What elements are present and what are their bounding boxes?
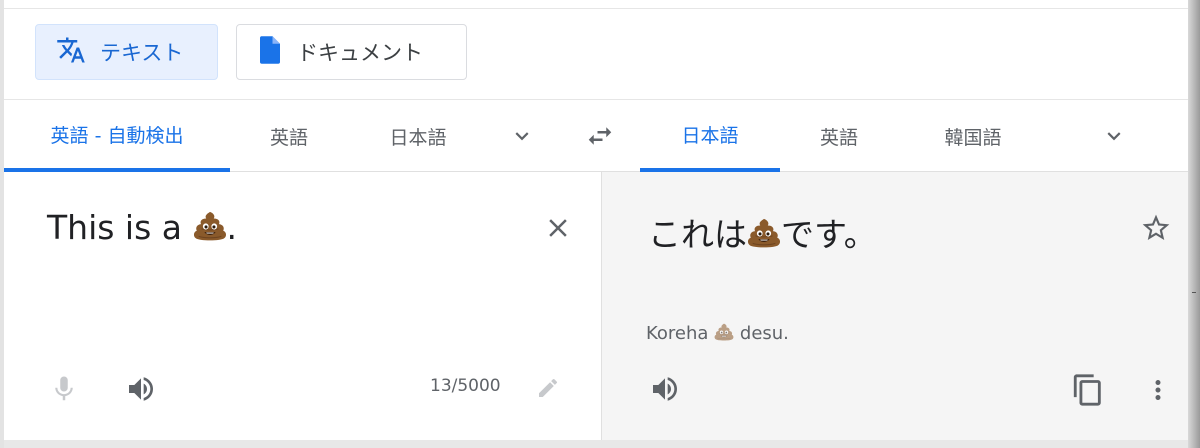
target-lang-tab-english[interactable]: 英語 [780,100,898,172]
target-lang-tab-japanese[interactable]: 日本語 [640,100,780,172]
target-lang-tab-label: 韓国語 [944,126,1002,149]
listen-source-button[interactable] [122,371,160,407]
close-icon [549,219,567,237]
language-bar: 英語 - 自動検出 英語 日本語 日本語 英語 韓国語 [4,99,1188,172]
romanization-before: Koreha [646,323,715,344]
window-edge-mark [1192,292,1196,293]
target-lang-tab-label: 日本語 [681,124,739,147]
chevron-down-icon [1107,132,1121,141]
pencil-icon [539,378,558,397]
target-pane: これは です。 Koreha desu. [601,172,1188,448]
character-count: 13/5000 [430,376,501,396]
source-text-after: . [226,208,238,247]
speaker-icon [653,377,677,401]
top-divider [4,8,1188,9]
swap-arrows-icon [588,127,612,145]
listen-translation-button[interactable] [646,371,684,407]
target-lang-tab-korean[interactable]: 韓国語 [898,100,1048,172]
document-mode-label: ドキュメント [297,41,423,65]
text-mode-label: テキスト [100,41,184,65]
mode-switcher: テキスト ドキュメント [35,24,467,82]
source-lang-tab-label: 英語 - 自動検出 [50,124,184,147]
target-lang-tab-label: 英語 [819,126,858,149]
source-lang-tab-label: 日本語 [389,126,447,149]
save-translation-button[interactable] [1136,208,1176,248]
romanization: Koreha desu. [646,322,789,344]
document-mode-button[interactable]: ドキュメント [236,24,467,80]
source-pane: This is a . 13/5000 [4,172,601,448]
bottom-edge [4,440,1188,448]
copy-icon [1073,374,1101,406]
romanization-after: desu. [734,323,789,344]
source-lang-tab-label: 英語 [269,126,308,149]
speaker-icon [129,377,153,401]
text-mode-button[interactable]: テキスト [35,24,218,80]
translate-icon [56,35,86,70]
source-more-languages-button[interactable] [504,118,540,154]
copy-translation-button[interactable] [1068,370,1108,410]
edit-button[interactable] [532,372,564,404]
voice-input-button[interactable] [46,371,82,407]
target-more-languages-button[interactable] [1096,118,1132,154]
clear-source-button[interactable] [538,208,578,248]
source-lang-tab-auto-detect[interactable]: 英語 - 自動検出 [4,100,230,172]
document-icon [257,35,283,70]
pile-of-poo-emoji [747,216,781,250]
pile-of-poo-emoji [714,322,734,342]
source-lang-tab-japanese[interactable]: 日本語 [348,100,488,172]
source-text-input[interactable]: This is a . [47,208,237,247]
microphone-icon [55,376,73,401]
translation-output: これは です。 [648,208,877,256]
source-text-before: This is a [47,208,193,247]
more-options-button[interactable] [1140,370,1176,410]
window-edge [1188,0,1200,448]
chevron-down-icon [515,132,529,141]
translation-text-after: です。 [781,215,877,254]
pile-of-poo-emoji [193,209,227,243]
swap-languages-button[interactable] [582,118,618,154]
source-lang-tab-english[interactable]: 英語 [230,100,348,172]
more-vert-icon [1155,380,1161,400]
translate-app: テキスト ドキュメント 英語 - 自動検出 英語 日本語 日本語 英語 韓国語 … [0,0,1188,448]
translation-text-before: これは [648,215,747,254]
star-outline-icon [1142,214,1170,240]
